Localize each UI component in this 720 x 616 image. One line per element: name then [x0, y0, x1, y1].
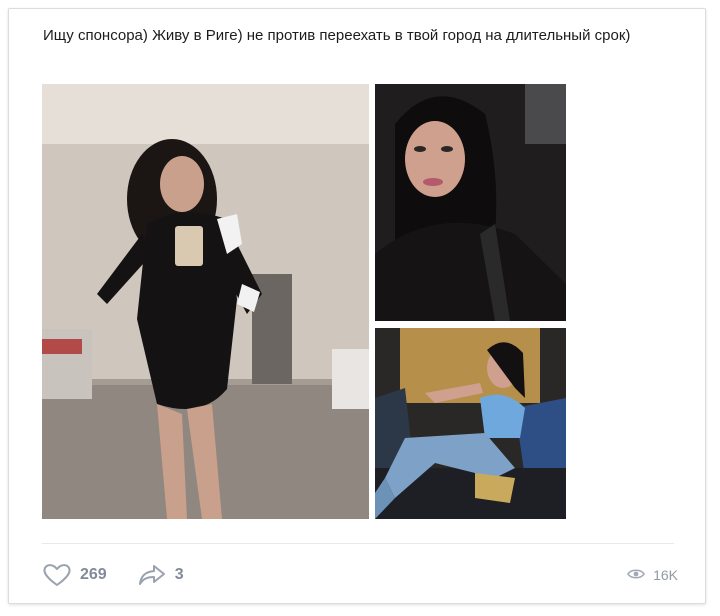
photo-woman-mirror-selfie — [42, 84, 369, 519]
share-arrow-icon — [137, 563, 167, 587]
post-photo-1[interactable] — [42, 84, 369, 519]
footer-divider — [42, 543, 674, 544]
post-card: Ищу спонсора) Живу в Риге) не против пер… — [8, 8, 706, 604]
post-text: Ищу спонсора) Живу в Риге) не против пер… — [43, 27, 631, 44]
like-button[interactable]: 269 — [42, 563, 107, 587]
heart-icon — [42, 563, 72, 587]
eye-icon — [627, 567, 646, 583]
photo-woman-car-selfie — [375, 84, 566, 321]
post-actions: 269 3 16K — [42, 559, 678, 591]
post-photo-3[interactable] — [375, 328, 566, 519]
post-photo-2[interactable] — [375, 84, 566, 321]
photo-woman-on-sofa — [375, 328, 566, 519]
share-button[interactable]: 3 — [137, 563, 184, 587]
views-counter: 16K — [627, 567, 678, 583]
like-count: 269 — [80, 566, 107, 583]
share-count: 3 — [174, 566, 184, 583]
view-count: 16K — [653, 567, 678, 583]
